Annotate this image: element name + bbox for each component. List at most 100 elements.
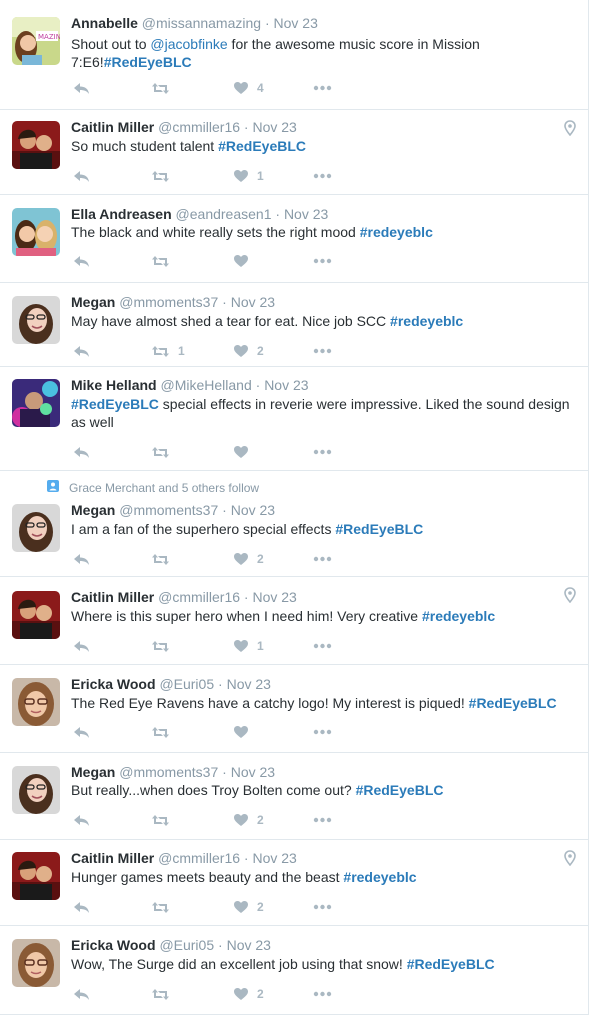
user-handle[interactable]: @cmmiller16 bbox=[158, 850, 240, 866]
more-button[interactable] bbox=[313, 985, 332, 1003]
reply-button[interactable] bbox=[73, 550, 90, 568]
tweet-timestamp[interactable]: Nov 23 bbox=[274, 15, 318, 31]
like-button[interactable]: 2 bbox=[233, 342, 264, 360]
reply-button[interactable] bbox=[73, 79, 90, 97]
reply-button[interactable] bbox=[73, 723, 90, 741]
user-name[interactable]: Megan bbox=[71, 764, 115, 780]
tweet-card[interactable]: Caitlin Miller @cmmiller16 · Nov 23 So mu… bbox=[0, 110, 589, 195]
more-button[interactable] bbox=[313, 723, 332, 741]
tweet-card[interactable]: Caitlin Miller @cmmiller16 · Nov 23 Hunge… bbox=[0, 840, 589, 926]
tweet-card[interactable]: Ella Andreasen @eandreasen1 · Nov 23 The … bbox=[0, 195, 589, 283]
more-button[interactable] bbox=[313, 811, 332, 829]
tweet-timestamp[interactable]: Nov 23 bbox=[252, 119, 296, 135]
avatar[interactable] bbox=[12, 379, 60, 427]
like-button[interactable]: 1 bbox=[233, 637, 264, 655]
retweet-button[interactable] bbox=[151, 723, 178, 741]
reply-button[interactable] bbox=[73, 811, 90, 829]
tweet-card[interactable]: Ericka Wood @Euri05 · Nov 23 The Red Eye … bbox=[0, 665, 589, 753]
like-button[interactable]: 1 bbox=[233, 167, 264, 185]
like-button[interactable]: 2 bbox=[233, 811, 264, 829]
user-handle[interactable]: @Euri05 bbox=[159, 937, 214, 953]
retweet-button[interactable] bbox=[151, 550, 178, 568]
tweet-timestamp[interactable]: Nov 23 bbox=[264, 377, 308, 393]
tweet-timestamp[interactable]: Nov 23 bbox=[284, 206, 328, 222]
avatar[interactable] bbox=[12, 296, 60, 344]
like-button[interactable] bbox=[233, 252, 257, 270]
more-button[interactable] bbox=[313, 898, 332, 916]
tweet-card[interactable]: Ericka Wood @Euri05 · Nov 23 Wow, The Sur… bbox=[0, 926, 589, 1015]
avatar[interactable] bbox=[12, 208, 60, 256]
location-pin-icon[interactable] bbox=[564, 587, 576, 608]
more-button[interactable] bbox=[313, 167, 332, 185]
retweet-button[interactable] bbox=[151, 79, 178, 97]
retweet-button[interactable] bbox=[151, 167, 178, 185]
hashtag-link[interactable]: #RedEyeBLC bbox=[335, 521, 423, 537]
reply-button[interactable] bbox=[73, 443, 90, 461]
tweet-card[interactable]: Grace Merchant and 5 others follow Megan … bbox=[0, 471, 589, 577]
reply-button[interactable] bbox=[73, 898, 90, 916]
retweet-button[interactable] bbox=[151, 443, 178, 461]
like-button[interactable]: 2 bbox=[233, 898, 264, 916]
reply-button[interactable] bbox=[73, 637, 90, 655]
mention-link[interactable]: @jacobfinke bbox=[150, 36, 227, 52]
reply-button[interactable] bbox=[73, 252, 90, 270]
hashtag-link[interactable]: #redeyeblc bbox=[343, 869, 416, 885]
tweet-card[interactable]: MAZING Annabelle @missannamazing · Nov 23… bbox=[0, 0, 589, 110]
social-context[interactable]: Grace Merchant and 5 others follow bbox=[47, 480, 259, 495]
avatar[interactable] bbox=[12, 121, 60, 169]
hashtag-link[interactable]: #RedEyeBLC bbox=[104, 54, 192, 70]
user-handle[interactable]: @mmoments37 bbox=[119, 764, 218, 780]
retweet-button[interactable] bbox=[151, 811, 178, 829]
retweet-button[interactable]: 1 bbox=[151, 342, 185, 360]
user-name[interactable]: Ella Andreasen bbox=[71, 206, 172, 222]
hashtag-link[interactable]: #redeyeblc bbox=[390, 313, 463, 329]
avatar[interactable]: MAZING bbox=[12, 17, 60, 65]
user-handle[interactable]: @mmoments37 bbox=[119, 502, 218, 518]
user-name[interactable]: Caitlin Miller bbox=[71, 589, 154, 605]
retweet-button[interactable] bbox=[151, 898, 178, 916]
retweet-button[interactable] bbox=[151, 252, 178, 270]
user-name[interactable]: Annabelle bbox=[71, 15, 138, 31]
user-name[interactable]: Megan bbox=[71, 502, 115, 518]
tweet-card[interactable]: Mike Helland @MikeHelland · Nov 23 #RedEy… bbox=[0, 367, 589, 471]
more-button[interactable] bbox=[313, 342, 332, 360]
hashtag-link[interactable]: #RedEyeBLC bbox=[469, 695, 557, 711]
more-button[interactable] bbox=[313, 252, 332, 270]
avatar[interactable] bbox=[12, 504, 60, 552]
avatar[interactable] bbox=[12, 766, 60, 814]
reply-button[interactable] bbox=[73, 167, 90, 185]
tweet-card[interactable]: Megan @mmoments37 · Nov 23 But really...w… bbox=[0, 753, 589, 840]
like-button[interactable] bbox=[233, 443, 257, 461]
user-handle[interactable]: @mmoments37 bbox=[119, 294, 218, 310]
user-name[interactable]: Mike Helland bbox=[71, 377, 157, 393]
more-button[interactable] bbox=[313, 443, 332, 461]
like-button[interactable]: 4 bbox=[233, 79, 264, 97]
user-name[interactable]: Ericka Wood bbox=[71, 937, 156, 953]
user-name[interactable]: Caitlin Miller bbox=[71, 119, 154, 135]
user-name[interactable]: Caitlin Miller bbox=[71, 850, 154, 866]
like-button[interactable] bbox=[233, 723, 257, 741]
hashtag-link[interactable]: #RedEyeBLC bbox=[407, 956, 495, 972]
user-handle[interactable]: @cmmiller16 bbox=[158, 119, 240, 135]
like-button[interactable]: 2 bbox=[233, 985, 264, 1003]
tweet-card[interactable]: Caitlin Miller @cmmiller16 · Nov 23 Where… bbox=[0, 577, 589, 665]
user-name[interactable]: Megan bbox=[71, 294, 115, 310]
tweet-timestamp[interactable]: Nov 23 bbox=[252, 589, 296, 605]
tweet-timestamp[interactable]: Nov 23 bbox=[227, 937, 271, 953]
tweet-card[interactable]: Megan @mmoments37 · Nov 23 May have almos… bbox=[0, 283, 589, 367]
avatar[interactable] bbox=[12, 939, 60, 987]
hashtag-link[interactable]: #RedEyeBLC bbox=[356, 782, 444, 798]
hashtag-link[interactable]: #RedEyeBLC bbox=[71, 396, 159, 412]
retweet-button[interactable] bbox=[151, 637, 178, 655]
tweet-timestamp[interactable]: Nov 23 bbox=[252, 850, 296, 866]
hashtag-link[interactable]: #redeyeblc bbox=[360, 224, 433, 240]
user-handle[interactable]: @missannamazing bbox=[142, 15, 261, 31]
retweet-button[interactable] bbox=[151, 985, 178, 1003]
user-handle[interactable]: @eandreasen1 bbox=[176, 206, 272, 222]
user-handle[interactable]: @Euri05 bbox=[159, 676, 214, 692]
tweet-timestamp[interactable]: Nov 23 bbox=[231, 502, 275, 518]
tweet-timestamp[interactable]: Nov 23 bbox=[231, 764, 275, 780]
user-handle[interactable]: @MikeHelland bbox=[160, 377, 251, 393]
more-button[interactable] bbox=[313, 550, 332, 568]
tweet-timestamp[interactable]: Nov 23 bbox=[231, 294, 275, 310]
